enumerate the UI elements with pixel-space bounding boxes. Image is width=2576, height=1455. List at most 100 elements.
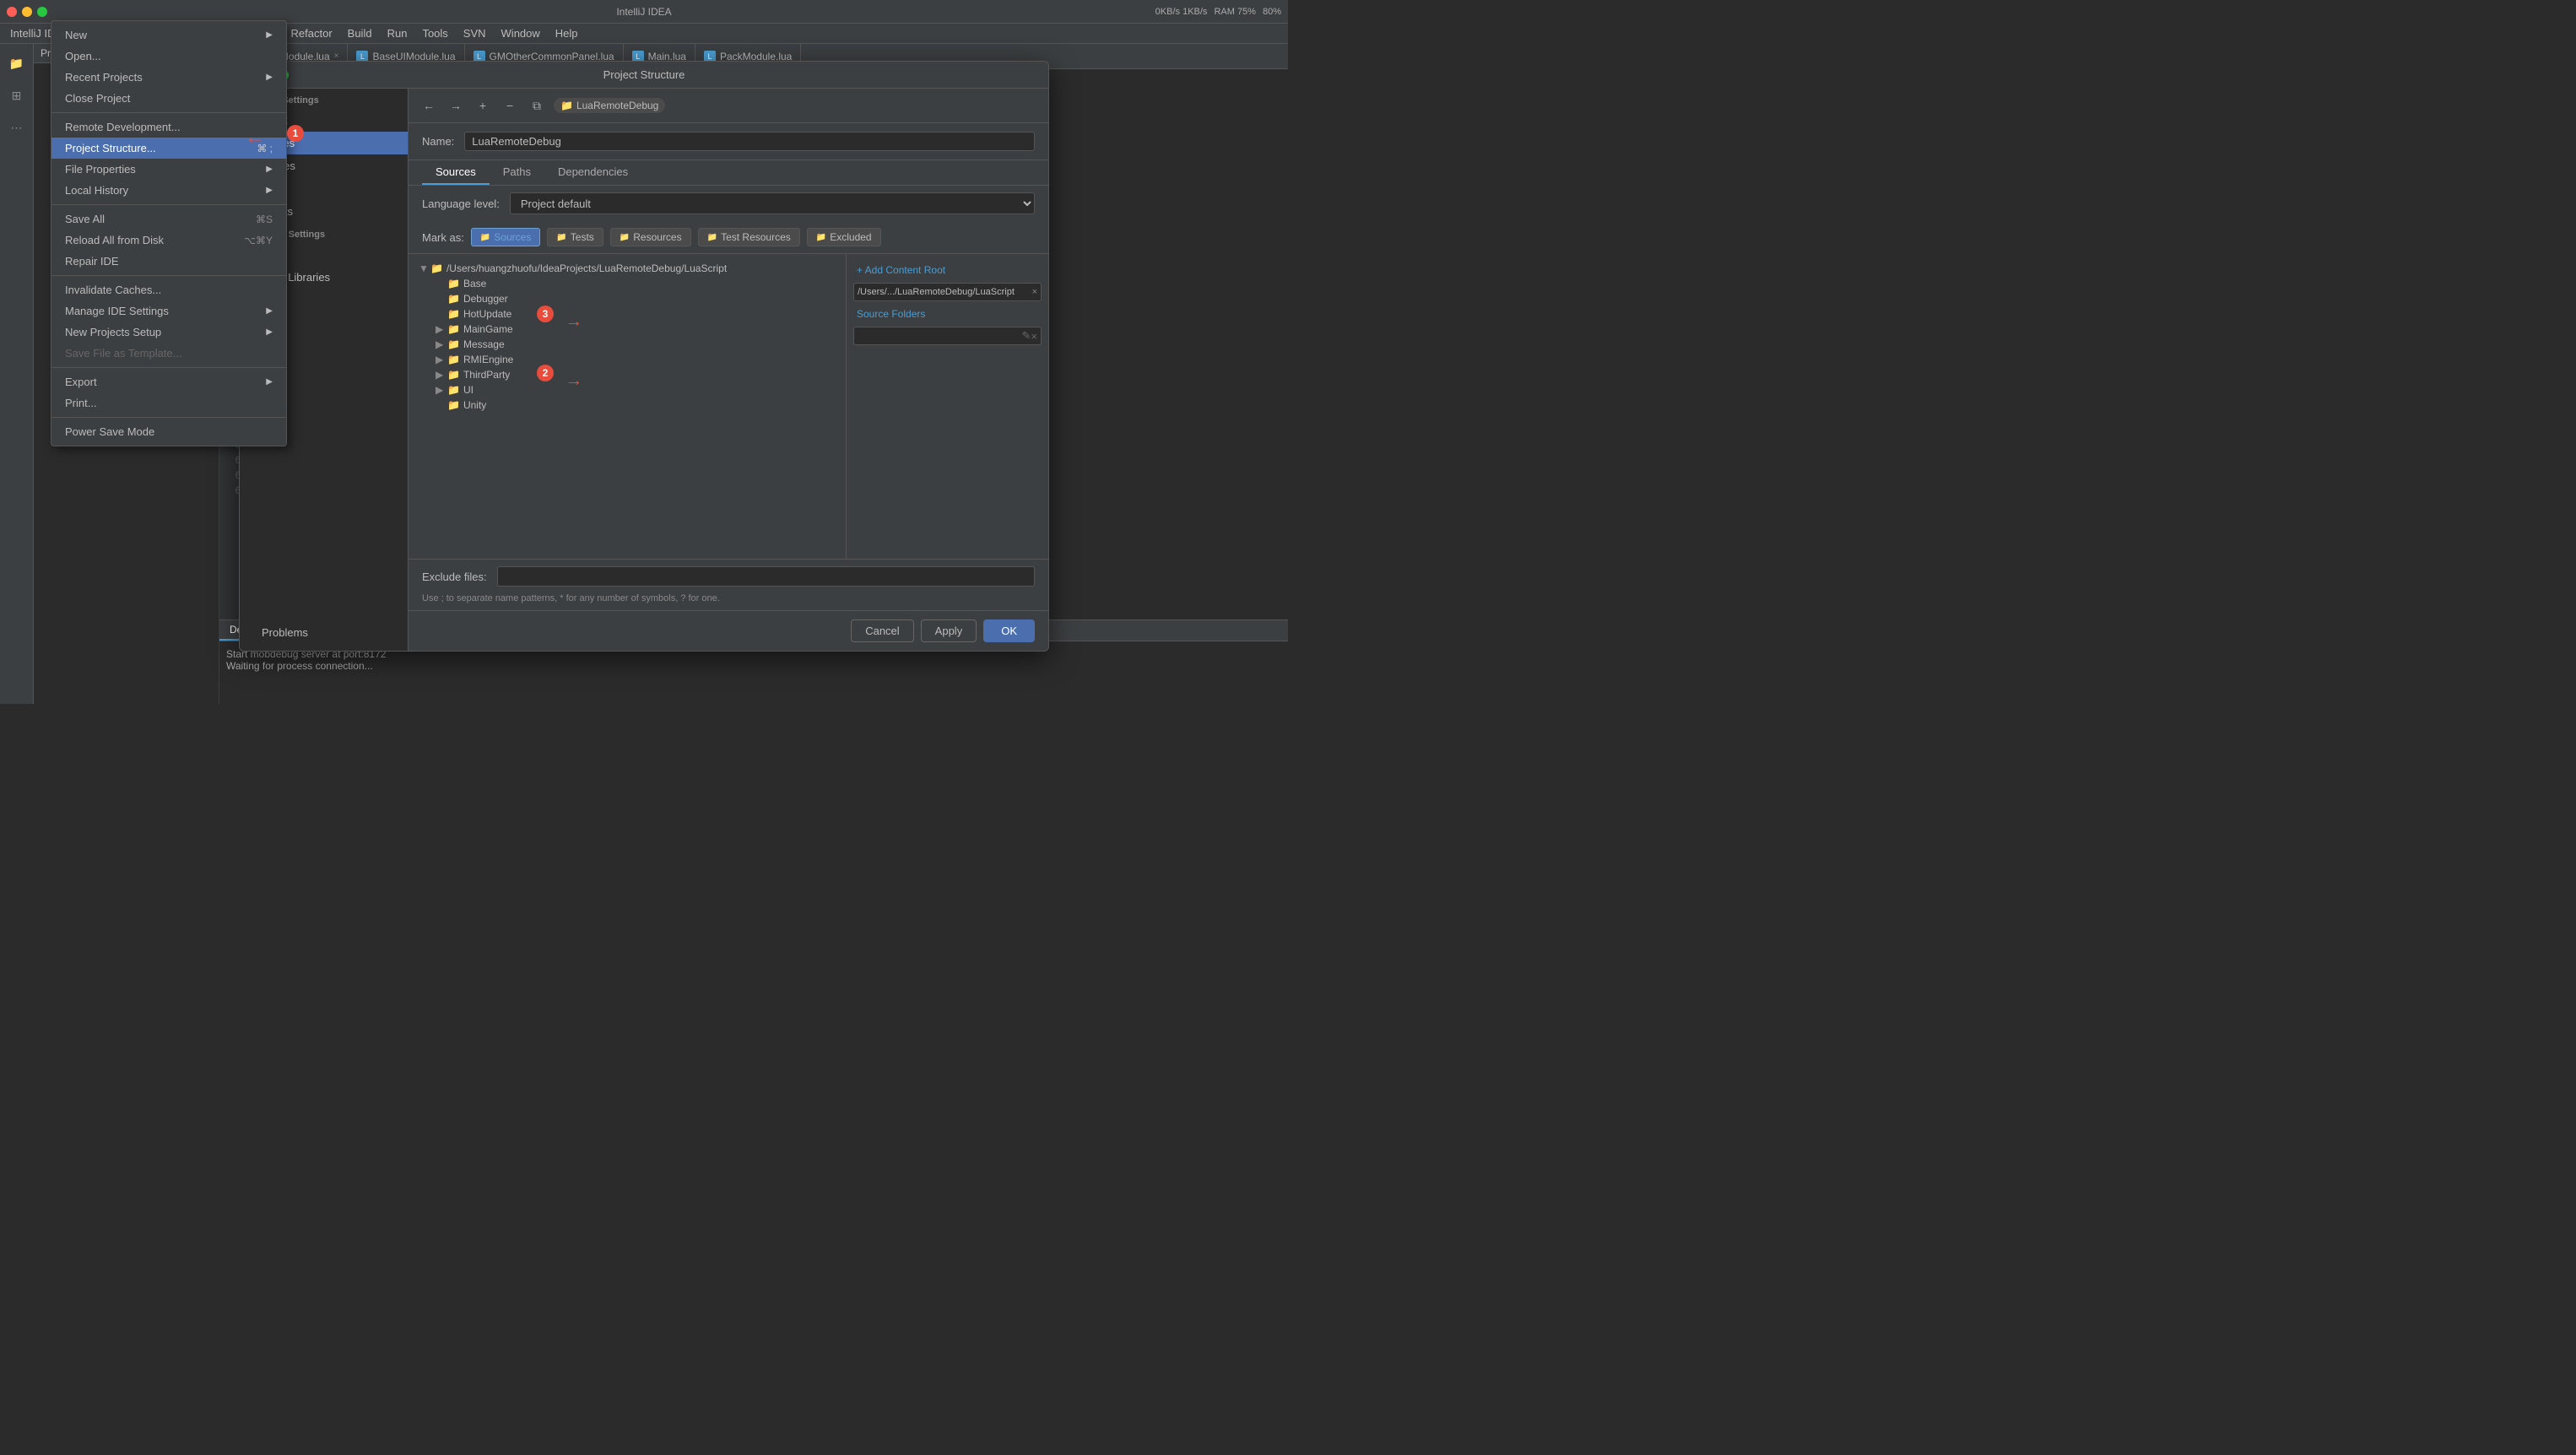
tree-thirdparty[interactable]: ▶ 📁 ThirdParty (432, 367, 839, 382)
mark-tests-btn[interactable]: 📁 Tests (547, 228, 603, 246)
copy-button[interactable]: ⧉ (527, 95, 547, 116)
back-button[interactable]: ← (419, 95, 439, 116)
mark-as-label: Mark as: (422, 231, 464, 244)
menu-close-project[interactable]: Close Project (51, 88, 286, 109)
dialog-right-content: Name: Sources Paths Dependencies Languag… (409, 123, 1048, 610)
tab-paths[interactable]: Paths (490, 160, 544, 185)
menu-open[interactable]: Open... (51, 46, 286, 67)
remove-button[interactable]: − (500, 95, 520, 116)
mark-resources-btn[interactable]: 📁 Resources (610, 228, 691, 246)
menu-file-properties[interactable]: File Properties ▶ (51, 159, 286, 180)
maximize-button[interactable] (37, 7, 47, 17)
lang-level-select[interactable]: Project default (510, 192, 1035, 214)
delete-icon[interactable]: × (1031, 330, 1037, 343)
menu-save-template-label: Save File as Template... (65, 347, 182, 360)
tree-unity[interactable]: 📁 Unity (432, 398, 839, 413)
arrow-3: → (566, 312, 582, 332)
dialog-title-bar: Project Structure (240, 62, 1048, 89)
menu-run[interactable]: Run (381, 25, 414, 41)
apply-button[interactable]: Apply (921, 619, 977, 642)
debugger-label: Debugger (463, 293, 508, 305)
source-folder-field[interactable] (858, 331, 1022, 341)
lang-level-row: Language level: Project default (409, 186, 1048, 221)
network-label: 0KB/s 1KB/s (1155, 7, 1208, 17)
exclude-input[interactable] (497, 566, 1035, 587)
add-button[interactable]: + (473, 95, 493, 116)
menu-save-all-label: Save All (65, 213, 105, 225)
menu-export[interactable]: Export ▶ (51, 371, 286, 392)
tree-base[interactable]: 📁 Base (432, 276, 839, 291)
exclude-row: Exclude files: (409, 559, 1048, 593)
thirdparty-label: ThirdParty (463, 369, 510, 381)
menu-reload-disk[interactable]: Reload All from Disk ⌥⌘Y (51, 230, 286, 251)
menu-repair-label: Repair IDE (65, 255, 119, 268)
menu-print[interactable]: Print... (51, 392, 286, 414)
menu-power-save[interactable]: Power Save Mode (51, 421, 286, 442)
exclude-hint: Use ; to separate name patterns, * for a… (409, 593, 1048, 610)
title-bar-right: 0KB/s 1KB/s RAM 75% 80% (1155, 7, 1281, 17)
name-input[interactable] (464, 132, 1035, 151)
menu-refactor[interactable]: Refactor (284, 25, 339, 41)
cancel-button[interactable]: Cancel (851, 619, 913, 642)
forward-button[interactable]: → (446, 95, 466, 116)
breadcrumb-label: LuaRemoteDebug (576, 100, 658, 111)
mark-excluded-btn[interactable]: 📁 Excluded (807, 228, 881, 246)
menu-file-properties-label: File Properties (65, 163, 136, 176)
maingame-folder-icon: 📁 (447, 323, 460, 335)
hotupdate-label: HotUpdate (463, 308, 511, 320)
menu-invalidate[interactable]: Invalidate Caches... (51, 279, 286, 300)
add-content-root-label: + Add Content Root (857, 264, 945, 276)
menu-repair[interactable]: Repair IDE (51, 251, 286, 272)
separator-1 (51, 112, 286, 113)
tree-rmiengine[interactable]: ▶ 📁 RMIEngine (432, 352, 839, 367)
tab-dependencies[interactable]: Dependencies (544, 160, 641, 185)
rmiengine-folder-icon: 📁 (447, 354, 460, 365)
app-title: IntelliJ IDEA (616, 6, 671, 18)
separator-3 (51, 275, 286, 276)
traffic-lights (7, 7, 47, 17)
menu-build[interactable]: Build (341, 25, 379, 41)
minimize-button[interactable] (22, 7, 32, 17)
tree-maingame[interactable]: ▶ 📁 MainGame (432, 322, 839, 337)
menu-new[interactable]: New ▶ (51, 24, 286, 46)
maingame-label: MainGame (463, 323, 513, 335)
exclude-label: Exclude files: (422, 571, 487, 583)
menu-local-history[interactable]: Local History ▶ (51, 180, 286, 201)
ui-folder-icon: 📁 (447, 384, 460, 396)
menu-remote-dev-label: Remote Development... (65, 121, 181, 133)
menu-save-all-shortcut: ⌘S (256, 214, 273, 225)
arrow-1: → (245, 131, 265, 154)
rmiengine-label: RMIEngine (463, 354, 513, 365)
menu-new-projects[interactable]: New Projects Setup ▶ (51, 322, 286, 343)
thirdparty-arrow: ▶ (436, 369, 447, 381)
tree-ui[interactable]: ▶ 📁 UI (432, 382, 839, 398)
mark-test-resources-btn[interactable]: 📁 Test Resources (698, 228, 800, 246)
add-content-root-btn[interactable]: + Add Content Root (853, 261, 1042, 279)
badge-2: 2 (537, 365, 554, 381)
menu-window[interactable]: Window (495, 25, 547, 41)
mark-sources-btn[interactable]: 📁 Sources (471, 228, 540, 246)
tree-hotupdate[interactable]: 📁 HotUpdate (432, 306, 839, 322)
nav-problems[interactable]: Problems (248, 621, 399, 644)
menu-save-all[interactable]: Save All ⌘S (51, 208, 286, 230)
menu-help[interactable]: Help (549, 25, 585, 41)
separator-4 (51, 367, 286, 368)
tree-root[interactable]: ▼ 📁 /Users/huangzhuofu/IdeaProjects/LuaR… (415, 261, 839, 276)
ok-button[interactable]: OK (983, 619, 1035, 642)
close-button[interactable] (7, 7, 17, 17)
menu-tools[interactable]: Tools (415, 25, 454, 41)
file-menu-dropdown: New ▶ Open... Recent Projects ▶ Close Pr… (51, 20, 287, 446)
menu-open-label: Open... (65, 50, 101, 62)
tree-debugger[interactable]: 📁 Debugger (432, 291, 839, 306)
menu-recent[interactable]: Recent Projects ▶ (51, 67, 286, 88)
ui-label: UI (463, 384, 474, 396)
menu-local-history-arrow: ▶ (266, 186, 273, 195)
message-arrow: ▶ (436, 338, 447, 350)
menu-svn[interactable]: SVN (457, 25, 493, 41)
badge-1: 1 (287, 125, 304, 142)
path-close-icon[interactable]: × (1032, 287, 1037, 297)
tree-message[interactable]: ▶ 📁 Message (432, 337, 839, 352)
menu-manage-ide[interactable]: Manage IDE Settings ▶ (51, 300, 286, 322)
tab-sources[interactable]: Sources (422, 160, 490, 185)
edit-icon[interactable]: ✎ (1022, 329, 1031, 343)
